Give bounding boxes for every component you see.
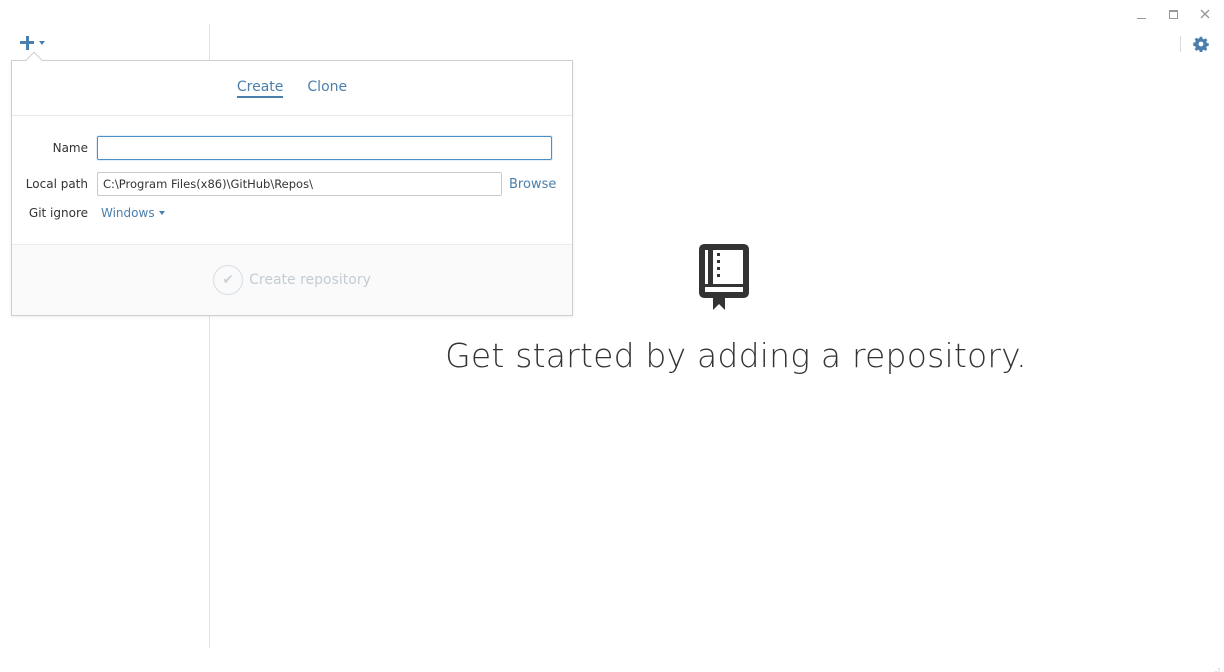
name-input[interactable]	[97, 136, 552, 160]
minimize-button[interactable]	[1130, 6, 1152, 22]
checkmark-icon: ✔	[213, 265, 244, 295]
repository-book-icon	[699, 244, 749, 310]
local-path-row: Local path Browse	[12, 172, 556, 196]
gitignore-row: Git ignore Windows	[12, 206, 165, 220]
maximize-icon	[1168, 9, 1178, 19]
popup-tabs: Create Clone	[12, 61, 572, 116]
plus-icon	[20, 36, 34, 50]
toolbar-divider	[1180, 36, 1181, 52]
local-path-label: Local path	[25, 177, 88, 191]
minimize-icon	[1136, 18, 1146, 19]
resize-grip-icon[interactable]	[1212, 661, 1220, 672]
add-repository-button[interactable]	[20, 34, 50, 52]
create-repository-button[interactable]: ✔ Create repository	[213, 265, 371, 295]
name-row: Name	[12, 136, 552, 160]
caret-down-icon	[158, 211, 165, 215]
gitignore-label: Git ignore	[28, 206, 88, 220]
close-button[interactable]	[1194, 6, 1216, 22]
settings-button[interactable]	[1193, 36, 1211, 54]
browse-link[interactable]: Browse	[509, 177, 556, 192]
gitignore-dropdown[interactable]: Windows	[101, 206, 165, 220]
create-repository-label: Create repository	[249, 272, 371, 288]
tab-clone[interactable]: Clone	[307, 79, 347, 96]
close-icon	[1200, 9, 1210, 19]
popup-footer: ✔ Create repository	[12, 244, 572, 315]
tab-create[interactable]: Create	[236, 79, 284, 98]
add-repository-popup: Create Clone Name Local path Browse Git …	[11, 51, 573, 316]
caret-down-icon	[39, 41, 45, 45]
app-window: Create Clone Name Local path Browse Git …	[0, 0, 1224, 672]
name-label: Name	[52, 141, 88, 155]
gitignore-value: Windows	[101, 206, 155, 220]
maximize-button[interactable]	[1162, 6, 1184, 22]
window-controls	[1130, 6, 1216, 22]
gear-icon	[1193, 36, 1209, 53]
empty-state-message: Get started by adding a repository.	[445, 336, 1027, 375]
create-form: Name Local path Browse Git ignore Window…	[12, 116, 572, 245]
local-path-input[interactable]	[97, 172, 502, 196]
